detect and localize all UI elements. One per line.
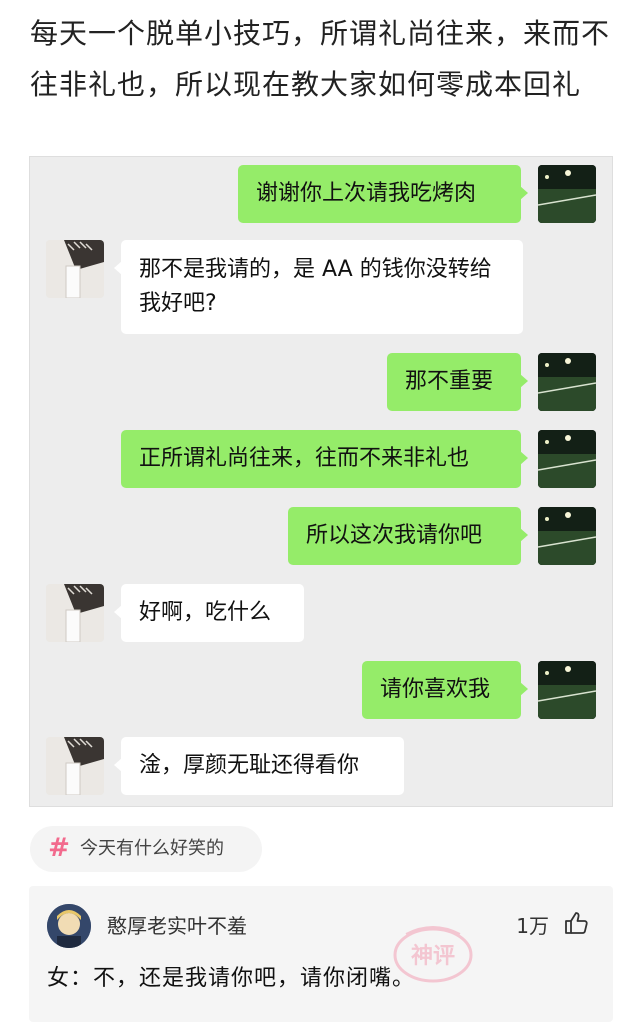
- sender-avatar: [538, 661, 596, 719]
- receiver-avatar: [46, 240, 104, 298]
- sender-avatar: [538, 430, 596, 488]
- hash-icon: #: [48, 833, 70, 863]
- hashtag-label: 今天有什么好笑的: [80, 838, 224, 859]
- topic-hashtag[interactable]: # 今天有什么好笑的: [30, 826, 262, 872]
- chat-bubble-sent: 正所谓礼尚往来，往而不来非礼也: [121, 430, 528, 488]
- thumbs-up-icon[interactable]: [563, 910, 589, 936]
- chat-bubble-sent: 那不重要: [387, 353, 528, 411]
- sender-avatar: [538, 353, 596, 411]
- chat-bubble-received: 淦，厚颜无耻还得看你: [114, 737, 404, 795]
- sender-avatar: [538, 165, 596, 223]
- top-comment: 憨厚老实叶不羞 1万 女：不，还是我请你吧，请你闭嘴。: [29, 886, 613, 1022]
- chat-bubble-sent: 谢谢你上次请我吃烤肉: [238, 165, 528, 223]
- like-count: 1万: [516, 914, 549, 938]
- chat-bubble-received: 好啊，吃什么: [114, 584, 304, 642]
- commenter-name[interactable]: 憨厚老实叶不羞: [107, 910, 247, 939]
- featured-comment-stamp: 神评: [393, 926, 473, 983]
- stamp-text: 神评: [411, 943, 455, 969]
- chat-bubble-sent: 所以这次我请你吧: [288, 507, 528, 565]
- comment-text: 女：不，还是我请你吧，请你闭嘴。: [47, 966, 416, 991]
- commenter-avatar[interactable]: [47, 904, 91, 948]
- receiver-avatar: [46, 737, 104, 795]
- post-text: 每天一个脱单小技巧，所谓礼尚往来，来而不往非礼也，所以现在教大家如何零成本回礼: [30, 17, 611, 101]
- sender-avatar: [538, 507, 596, 565]
- chat-bubble-received: 那不是我请的，是 AA 的钱你没转给我好吧?: [114, 240, 523, 334]
- chat-bubble-sent: 请你喜欢我: [362, 661, 528, 719]
- receiver-avatar: [46, 584, 104, 642]
